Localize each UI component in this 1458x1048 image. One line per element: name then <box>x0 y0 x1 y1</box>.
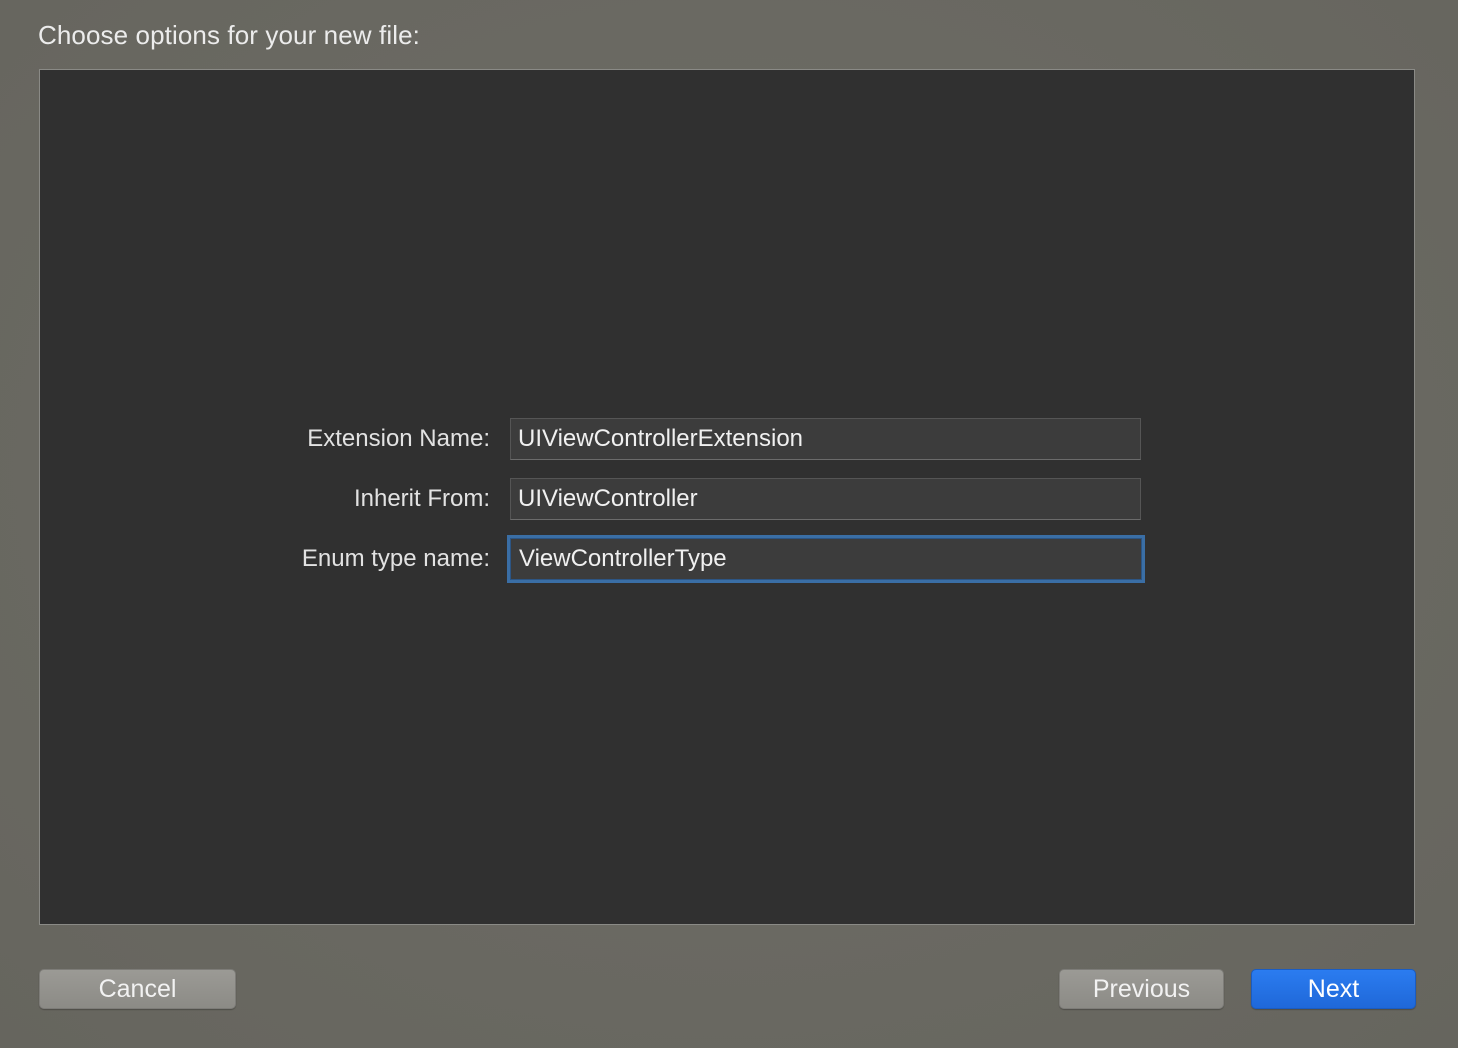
enum-type-name-field[interactable] <box>507 535 1145 583</box>
cancel-button[interactable]: Cancel <box>39 969 236 1009</box>
sheet-heading: Choose options for your new file: <box>38 20 420 50</box>
inherit-from-field[interactable] <box>510 478 1141 520</box>
inherit-from-label: Inherit From: <box>353 485 490 512</box>
extension-name-label: Extension Name: <box>307 425 490 452</box>
previous-button[interactable]: Previous <box>1059 969 1224 1009</box>
options-panel: Extension Name: Inherit From: Enum type … <box>39 69 1415 925</box>
next-button[interactable]: Next <box>1251 969 1416 1009</box>
enum-type-name-label: Enum type name: <box>301 545 490 572</box>
extension-name-field[interactable] <box>510 418 1141 460</box>
new-file-options-sheet: Choose options for your new file: Extens… <box>0 0 1458 1048</box>
options-form: Extension Name: Inherit From: Enum type … <box>40 70 1414 924</box>
